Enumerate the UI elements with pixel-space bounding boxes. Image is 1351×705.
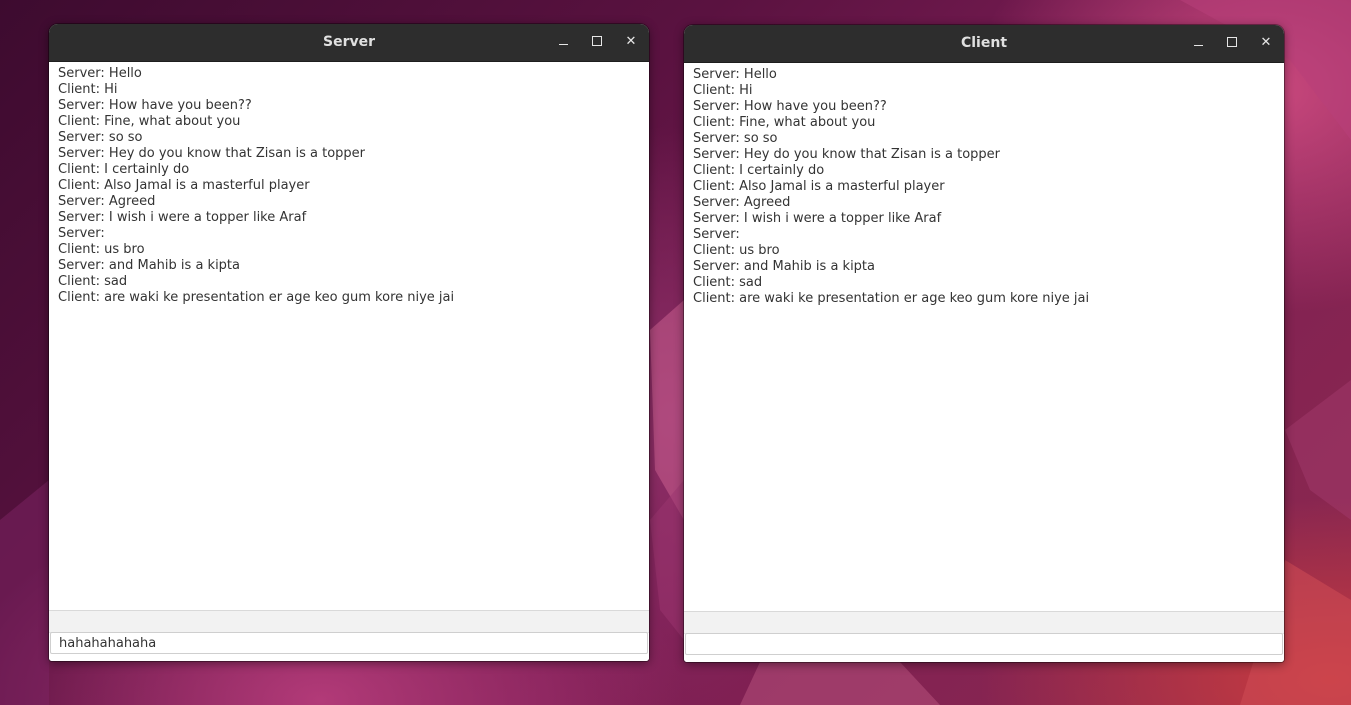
close-icon[interactable]: ✕ [1256,33,1276,53]
maximize-icon[interactable] [1222,33,1242,53]
message-line: Server: and Mahib is a kipta [58,258,240,273]
message-line: Client: Hi [58,82,118,97]
message-line: Client: sad [58,274,128,289]
message-input[interactable] [685,633,1283,655]
close-icon[interactable]: ✕ [621,32,641,52]
message-line: Server: How have you been?? [693,99,887,114]
message-line: Server: How have you been?? [58,98,252,113]
message-line: Client: are waki ke presentation er age … [693,291,1090,306]
message-line: Server: so so [58,130,143,145]
message-line: Server: Hey do you know that Zisan is a … [693,147,1001,162]
message-line: Client: Also Jamal is a masterful player [693,179,945,194]
message-line: Client: sad [693,275,763,290]
chat-log[interactable]: Server: Hello Client: Hi Server: How hav… [684,63,1284,611]
chat-log[interactable]: Server: Hello Client: Hi Server: How hav… [49,62,649,610]
message-line: Client: Fine, what about you [58,114,241,129]
window-bottom-edge [684,656,1284,662]
message-input[interactable] [50,632,648,654]
message-line: Server: I wish i were a topper like Araf [58,210,307,225]
message-line: Server: Agreed [58,194,156,209]
message-line: Client: us bro [693,243,780,258]
message-line: Client: Hi [693,83,753,98]
message-line: Server: Hello [58,66,142,81]
message-line: Server: and Mahib is a kipta [693,259,875,274]
maximize-icon[interactable] [587,32,607,52]
message-line: Server: [58,226,109,241]
message-line: Server: so so [693,131,778,146]
message-line: Client: I certainly do [58,162,190,177]
status-bar [49,610,649,633]
minimize-icon[interactable] [553,32,573,52]
message-line: Server: Hello [693,67,777,82]
message-line: Client: I certainly do [693,163,825,178]
message-line: Server: I wish i were a topper like Araf [693,211,942,226]
message-line: Server: Hey do you know that Zisan is a … [58,146,366,161]
message-line: Client: us bro [58,242,145,257]
message-line: Client: are waki ke presentation er age … [58,290,455,305]
status-bar [684,611,1284,634]
server-window: Server ✕ Server: Hello Client: Hi Server… [49,24,649,661]
minimize-icon[interactable] [1188,33,1208,53]
window-bottom-edge [49,655,649,661]
server-titlebar[interactable]: Server ✕ [49,24,649,62]
message-line: Client: Also Jamal is a masterful player [58,178,310,193]
message-line: Server: [693,227,744,242]
client-titlebar[interactable]: Client ✕ [684,25,1284,63]
message-line: Server: Agreed [693,195,791,210]
client-window: Client ✕ Server: Hello Client: Hi Server… [684,25,1284,662]
message-line: Client: Fine, what about you [693,115,876,130]
